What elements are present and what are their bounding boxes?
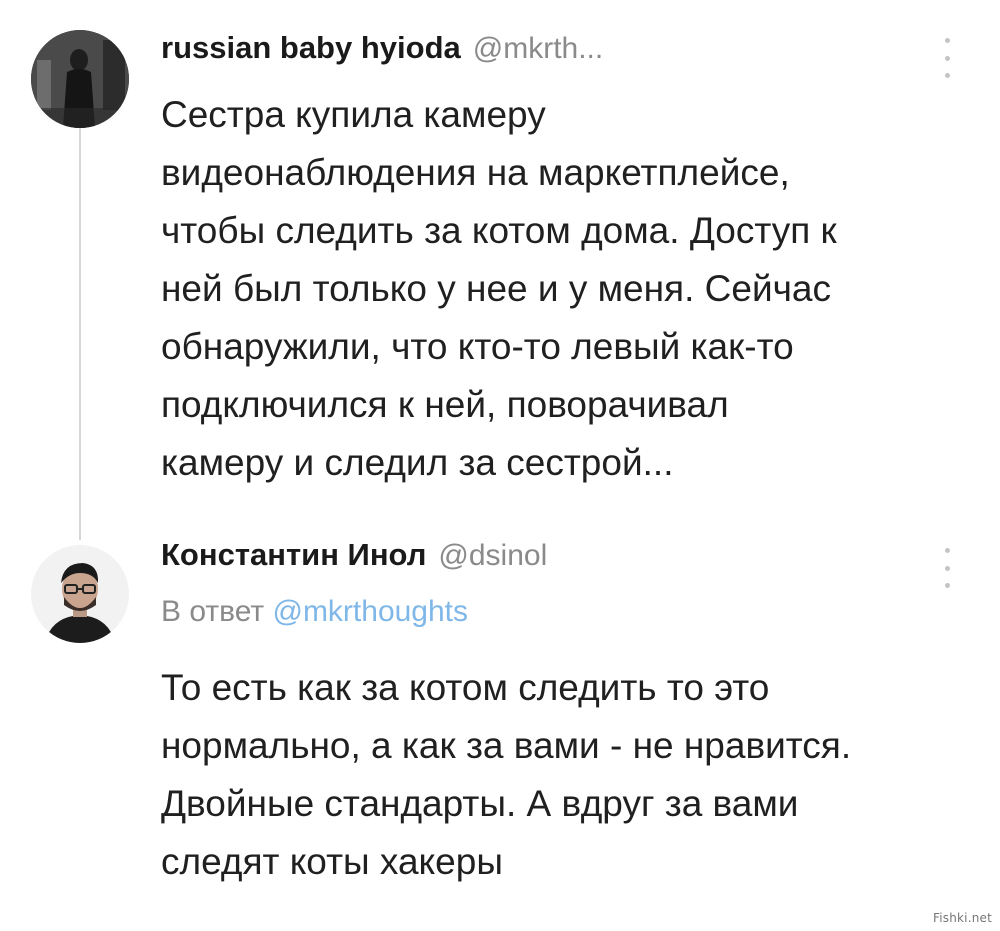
thread-connector-line bbox=[79, 128, 81, 540]
watermark: Fishki.net bbox=[932, 911, 992, 925]
author-handle[interactable]: @mkrth... bbox=[473, 32, 603, 66]
avatar[interactable] bbox=[31, 545, 129, 643]
tweet-reply: Константин Инол @dsinol В ответ @mkrthou… bbox=[161, 537, 960, 891]
more-options-icon[interactable] bbox=[937, 38, 957, 78]
reply-handle-link[interactable]: @mkrthoughts bbox=[272, 595, 468, 628]
author-handle[interactable]: @dsinol bbox=[438, 539, 547, 573]
tweet-original: russian baby hyioda @mkrth... Сестра куп… bbox=[161, 30, 960, 492]
reply-to-line: В ответ @mkrthoughts bbox=[161, 587, 960, 637]
tweet-header: Константин Инол @dsinol bbox=[161, 537, 960, 587]
reply-prefix: В ответ bbox=[161, 595, 265, 628]
avatar-person-icon bbox=[31, 30, 129, 128]
avatar-man-glasses-icon bbox=[31, 545, 129, 643]
more-options-icon[interactable] bbox=[937, 548, 957, 588]
author-name[interactable]: russian baby hyioda bbox=[161, 30, 461, 66]
tweet-text: Сестра купила камеру видеонаблюдения на … bbox=[161, 94, 837, 483]
tweet-text: То есть как за котом следить то это норм… bbox=[161, 667, 852, 882]
avatar[interactable] bbox=[31, 30, 129, 128]
tweet-header: russian baby hyioda @mkrth... bbox=[161, 30, 960, 80]
author-name[interactable]: Константин Инол bbox=[161, 537, 426, 573]
